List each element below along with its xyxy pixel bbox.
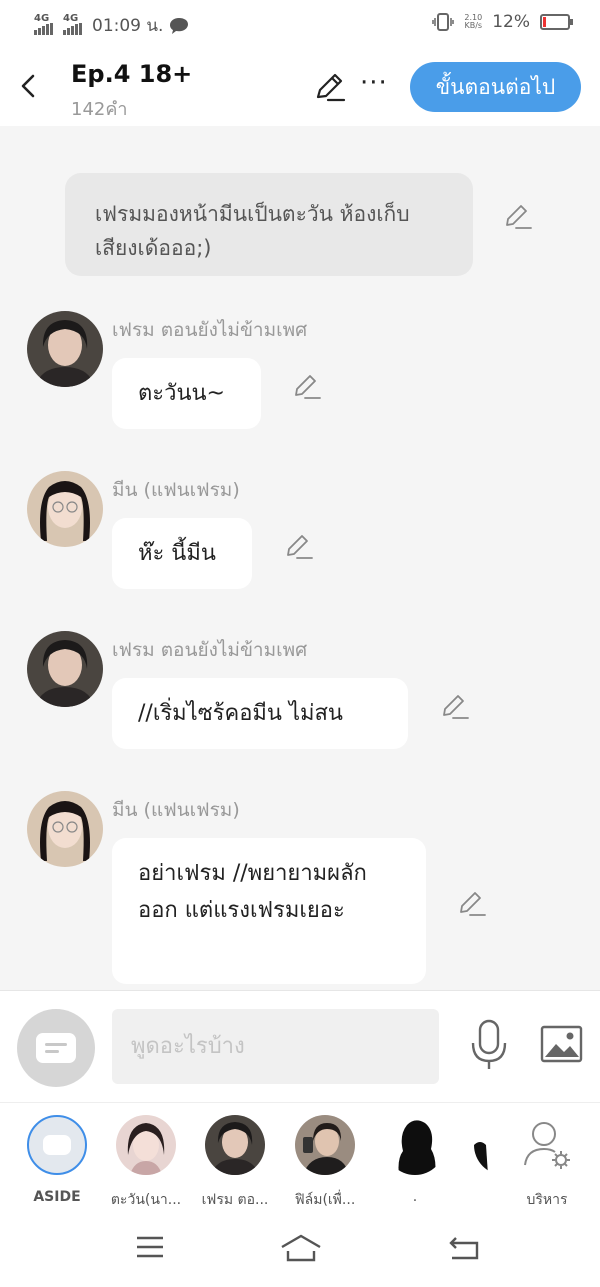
home-icon[interactable] — [280, 1234, 322, 1262]
back-arrow-icon[interactable] — [14, 68, 44, 104]
message-input[interactable] — [112, 1009, 439, 1084]
message-box-icon — [36, 1033, 76, 1063]
battery-percent: 12% — [492, 12, 530, 32]
edit-message-icon[interactable] — [440, 691, 470, 721]
image-picker-icon[interactable] — [540, 1025, 583, 1063]
character-bar: ASIDE ตะวัน(นา... เฟรม ตอ... ฟิล์ม(เพื่.… — [0, 1102, 600, 1210]
net-speed: 2.10 KB/s — [464, 13, 483, 30]
narration-bubble[interactable]: เฟรมมองหน้ามีนเป็นตะวัน ห้องเก็บเสียงเด้… — [65, 173, 473, 276]
sender-name: มีน (แฟนเฟรม) — [112, 799, 240, 821]
user-settings-icon — [524, 1122, 570, 1169]
episode-title: Ep.4 18+ — [71, 60, 193, 88]
sender-name: เฟรม ตอนยังไม่ข้ามเพศ — [112, 639, 308, 661]
edit-message-icon[interactable] — [457, 888, 487, 918]
message-bubble[interactable]: ห๊ะ นี้มีน — [112, 518, 252, 589]
character-film[interactable]: ฟิล์ม(เพื่... — [285, 1115, 365, 1211]
aside-icon — [27, 1115, 87, 1175]
word-count: 142คำ — [71, 99, 128, 120]
avatar-silhouette — [385, 1115, 445, 1175]
avatar-frame-small — [205, 1115, 265, 1175]
message-bubble[interactable]: อย่าเฟรม //พยายามผลักออก แต่แรงเฟรมเยอะ — [112, 838, 426, 984]
aside-toggle-button[interactable] — [17, 1009, 95, 1087]
avatar-partial — [474, 1115, 494, 1175]
more-options-icon[interactable]: ··· — [360, 68, 388, 98]
avatar-frame[interactable] — [27, 311, 103, 387]
vibrate-icon — [432, 13, 455, 31]
avatar-meen[interactable] — [27, 471, 103, 547]
chat-notification-icon — [170, 17, 189, 34]
system-nav-bar — [0, 1210, 600, 1287]
avatar-frame[interactable] — [27, 631, 103, 707]
edit-pen-icon[interactable] — [312, 70, 346, 104]
status-bar: 4G 4G 01:09 น. 2.10 KB/s 12% — [0, 0, 600, 48]
manage-characters-button[interactable]: บริหาร — [507, 1115, 587, 1211]
avatar-tawan — [116, 1115, 176, 1175]
status-time: 01:09 น. — [92, 16, 164, 36]
input-bar — [0, 990, 600, 1102]
message-bubble[interactable]: //เริ่มไซร้คอมีน ไม่สน — [112, 678, 408, 749]
battery-icon — [540, 14, 573, 30]
edit-message-icon[interactable] — [284, 531, 314, 561]
signal-icon: 4G — [34, 13, 53, 35]
character-partial[interactable] — [442, 1115, 494, 1175]
menu-icon[interactable] — [135, 1234, 165, 1260]
avatar-meen[interactable] — [27, 791, 103, 867]
character-frame[interactable]: เฟรม ตอ... — [195, 1115, 275, 1211]
microphone-icon[interactable] — [466, 1019, 512, 1071]
header: Ep.4 18+ 142คำ ··· ขั้นตอนต่อไป — [0, 48, 600, 126]
signal-icon-2: 4G — [63, 13, 82, 35]
edit-message-icon[interactable] — [292, 371, 322, 401]
edit-message-icon[interactable] — [503, 201, 533, 231]
sender-name: มีน (แฟนเฟรม) — [112, 479, 240, 501]
character-aside[interactable]: ASIDE — [17, 1115, 97, 1205]
back-nav-icon[interactable] — [448, 1234, 480, 1262]
next-step-button[interactable]: ขั้นตอนต่อไป — [410, 62, 581, 112]
message-bubble[interactable]: ตะวันน~ — [112, 358, 261, 429]
chat-area[interactable]: เฟรมมองหน้ามีนเป็นตะวัน ห้องเก็บเสียงเด้… — [0, 126, 600, 990]
avatar-film — [295, 1115, 355, 1175]
sender-name: เฟรม ตอนยังไม่ข้ามเพศ — [112, 319, 308, 341]
character-tawan[interactable]: ตะวัน(นา... — [106, 1115, 186, 1211]
